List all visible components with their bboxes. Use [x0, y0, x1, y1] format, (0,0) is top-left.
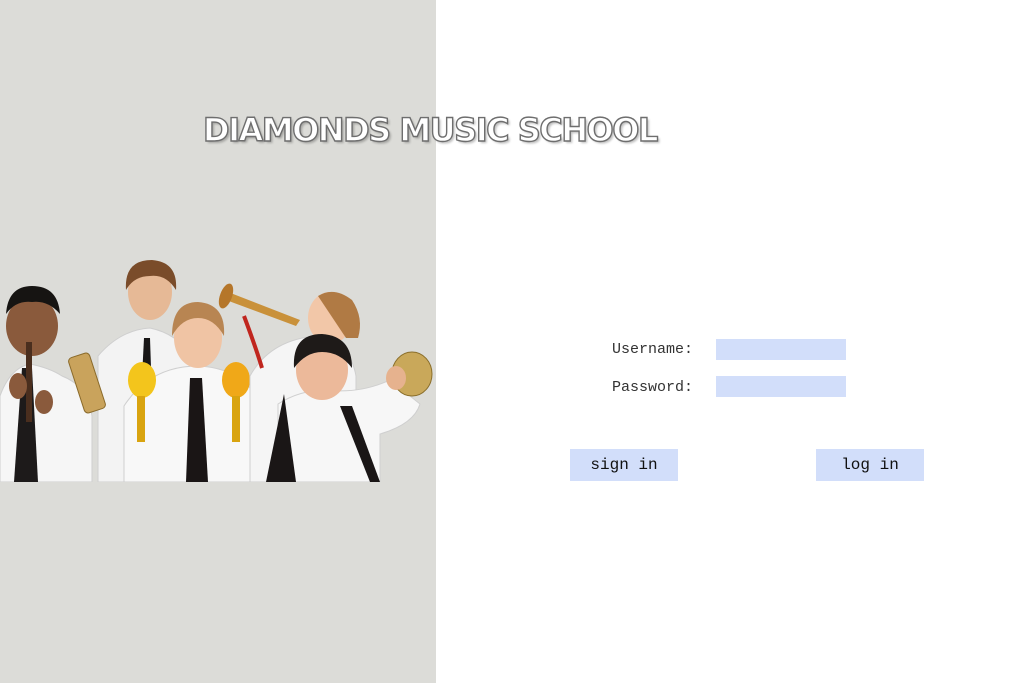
password-input[interactable] [716, 376, 846, 397]
left-panel [0, 0, 436, 683]
username-label: Username: [612, 341, 694, 358]
kids-with-instruments-photo [0, 260, 433, 482]
log-in-button[interactable]: log in [816, 449, 924, 481]
sign-in-button[interactable]: sign in [570, 449, 678, 481]
username-input[interactable] [716, 339, 846, 360]
login-page: DIAMONDS MUSIC SCHOOL Username: Password… [0, 0, 1024, 683]
password-label: Password: [612, 379, 694, 396]
page-title: DIAMONDS MUSIC SCHOOL [202, 111, 659, 149]
